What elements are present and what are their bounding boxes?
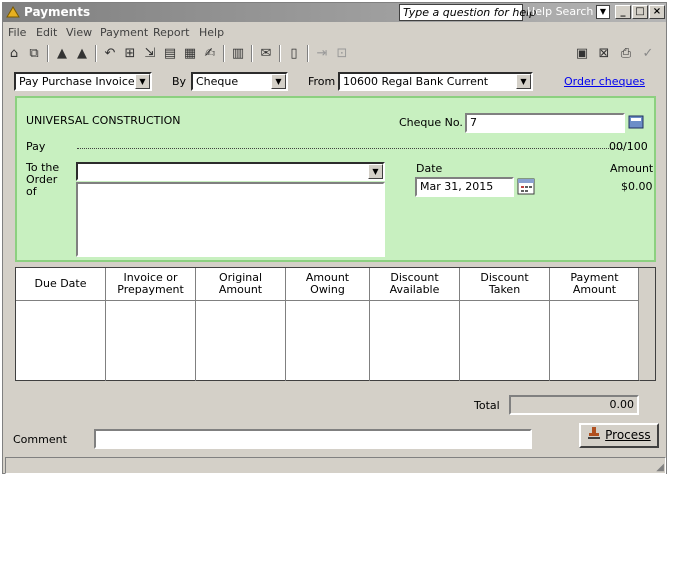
help-question-input[interactable]: Type a question for help (399, 4, 536, 21)
total-value: 0.00 (509, 395, 639, 415)
payee-icon[interactable]: ▥ (229, 45, 247, 62)
toolbar-separator (47, 45, 49, 62)
column-header-original-amount[interactable]: Original Amount (196, 268, 286, 301)
toolbar-separator (307, 45, 309, 62)
comment-label: Comment (13, 433, 67, 446)
stamp-icon (587, 426, 601, 446)
table-column[interactable] (550, 301, 640, 381)
payee-company-name: UNIVERSAL CONSTRUCTION (26, 114, 181, 127)
table-column[interactable] (460, 301, 550, 381)
total-label: Total (474, 399, 500, 412)
toolbar-separator (95, 45, 97, 62)
cheque-no-input[interactable]: 7 (465, 113, 625, 133)
help-dropdown-icon[interactable]: ▼ (596, 5, 610, 19)
cheque-lookup-icon[interactable] (627, 114, 645, 131)
status-bar: ◢ (5, 457, 666, 474)
import-icon[interactable]: ⇲ (141, 45, 159, 62)
recall-icon[interactable]: ▲ (53, 45, 71, 62)
toolbar-separator (223, 45, 225, 62)
payments-app-icon (6, 5, 21, 19)
toolbar-separator (279, 45, 281, 62)
list-icon[interactable]: ▤ (161, 45, 179, 62)
home-icon[interactable]: ⌂ (5, 45, 23, 62)
undo-icon[interactable]: ↶ (101, 45, 119, 62)
store-icon[interactable]: ▲ (73, 45, 91, 62)
adjust-icon[interactable]: ⊞ (121, 45, 139, 62)
table-column[interactable] (16, 301, 106, 381)
payment-type-value: Pay Purchase Invoices (19, 75, 141, 88)
table-column[interactable] (286, 301, 370, 381)
comment-input[interactable] (94, 429, 532, 449)
column-header-amount-owing[interactable]: Amount Owing (286, 268, 370, 301)
amount-value: $0.00 (621, 180, 653, 193)
print-icon[interactable]: ⎙ (617, 45, 635, 62)
remove-icon[interactable]: ▦ (181, 45, 199, 62)
menu-help[interactable]: Help (199, 26, 224, 39)
menu-payment[interactable]: Payment (100, 26, 148, 39)
email-icon[interactable]: ✉ (257, 45, 275, 62)
cheque-panel: UNIVERSAL CONSTRUCTION Cheque No. 7 Pay … (15, 96, 656, 262)
to-the-order-of-label: To the Order of (26, 161, 60, 198)
help-search-label[interactable]: Help Search (527, 5, 593, 18)
chevron-down-icon[interactable]: ▼ (135, 74, 150, 89)
minimize-button[interactable]: _ (615, 5, 631, 19)
maximize-button[interactable]: □ (632, 5, 648, 19)
pay-amount-line (77, 148, 623, 149)
from-account-select[interactable]: 10600 Regal Bank Current ▼ (338, 72, 533, 91)
payee-address-box[interactable] (76, 182, 385, 257)
chevron-down-icon[interactable]: ▼ (271, 74, 286, 89)
payment-method-select[interactable]: Cheque ▼ (191, 72, 288, 91)
checkmark-icon[interactable]: ✓ (639, 45, 657, 62)
calendar-icon[interactable] (517, 178, 535, 195)
toolbar: ⌂ ⧉ ▲ ▲ ↶ ⊞ ⇲ ▤ ▦ ✍ ▥ ✉ ▯ ⇥ ⊡ ▣ ⊠ ⎙ ✓ (3, 42, 666, 66)
amount-label: Amount (610, 162, 654, 175)
table-scrollbar[interactable] (638, 268, 655, 380)
cheque-no-label: Cheque No. (399, 116, 463, 129)
payments-window: Payments Type a question for help Help S… (2, 2, 667, 474)
menu-edit[interactable]: Edit (36, 26, 57, 39)
date-label: Date (416, 162, 443, 175)
lookup-icon[interactable]: ⇥ (313, 45, 331, 62)
column-header-discount-available[interactable]: Discount Available (370, 268, 460, 301)
column-header-payment-amount[interactable]: Payment Amount (550, 268, 640, 301)
chevron-down-icon[interactable]: ▼ (516, 74, 531, 89)
track-icon[interactable]: ⊡ (333, 45, 351, 62)
from-label: From (308, 75, 336, 88)
window-title: Payments (24, 5, 91, 19)
calculator-icon[interactable]: ▣ (573, 45, 591, 62)
from-account-value: 10600 Regal Bank Current (343, 75, 489, 88)
menu-view[interactable]: View (66, 26, 92, 39)
column-header-discount-taken[interactable]: Discount Taken (460, 268, 550, 301)
process-label: Process (605, 428, 651, 442)
resize-grip-icon[interactable]: ◢ (656, 462, 664, 473)
date-input[interactable]: Mar 31, 2015 (415, 177, 514, 197)
table-column[interactable] (196, 301, 286, 381)
by-label: By (172, 75, 187, 88)
payment-method-value: Cheque (196, 75, 239, 88)
order-cheques-link[interactable]: Order cheques (564, 75, 645, 88)
table-column[interactable] (370, 301, 460, 381)
allocate-icon[interactable]: ✍ (201, 45, 219, 62)
payment-type-select[interactable]: Pay Purchase Invoices ▼ (14, 72, 152, 91)
column-header-invoice[interactable]: Invoice or Prepayment (106, 268, 196, 301)
column-header-due-date[interactable]: Due Date (16, 268, 106, 301)
menu-report[interactable]: Report (153, 26, 189, 39)
menu-bar: File Edit View Payment Report Help (3, 22, 666, 42)
close-button[interactable]: × (649, 5, 665, 19)
pay-cents-suffix: 00/100 (609, 140, 648, 153)
pay-label: Pay (26, 140, 46, 153)
switch-window-icon[interactable]: ⧉ (25, 45, 43, 62)
notes-icon[interactable]: ▯ (285, 45, 303, 62)
toolbar-separator (251, 45, 253, 62)
print-preview-icon[interactable]: ⊠ (595, 45, 613, 62)
table-column[interactable] (106, 301, 196, 381)
payee-select[interactable]: ▼ (76, 162, 385, 181)
chevron-down-icon[interactable]: ▼ (368, 164, 383, 179)
invoice-table: Due Date Invoice or Prepayment Original … (15, 267, 656, 381)
menu-file[interactable]: File (8, 26, 26, 39)
process-button[interactable]: Process (579, 423, 659, 448)
title-bar: Payments Type a question for help Help S… (3, 3, 666, 22)
